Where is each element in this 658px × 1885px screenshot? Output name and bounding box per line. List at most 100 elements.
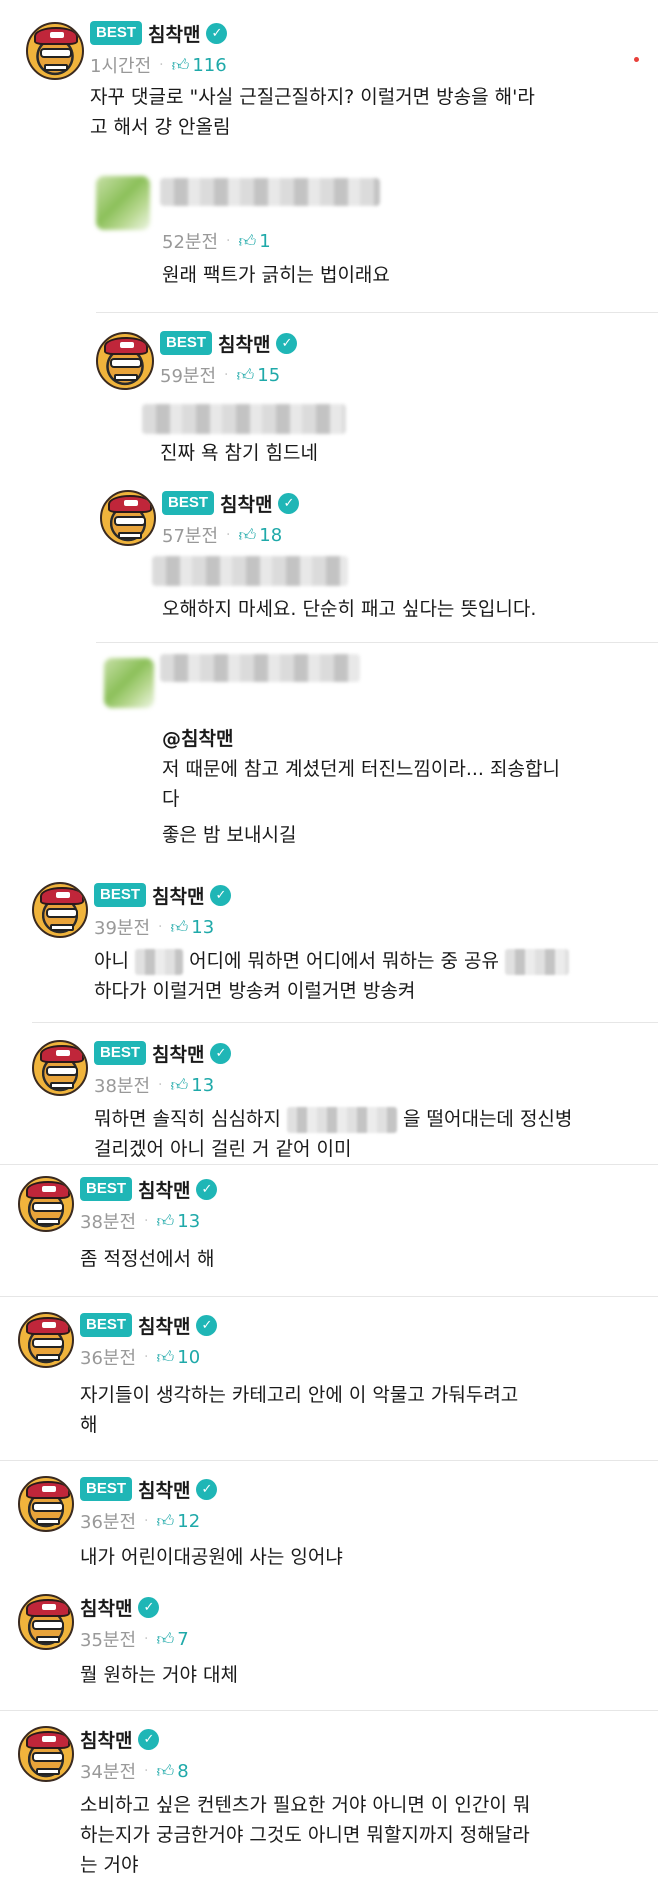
author-name[interactable]: 침착맨 bbox=[80, 1594, 132, 1621]
comment-time: 36분전 bbox=[80, 1348, 137, 1369]
avatar[interactable] bbox=[18, 1176, 74, 1232]
redacted-username bbox=[160, 178, 380, 206]
avatar[interactable] bbox=[18, 1726, 74, 1782]
comment-time: 59분전 bbox=[160, 366, 217, 387]
comment-time: 38분전 bbox=[80, 1212, 137, 1233]
best-badge: BEST bbox=[162, 491, 215, 515]
avatar[interactable] bbox=[96, 332, 154, 390]
author-name[interactable]: 침착맨 bbox=[220, 490, 272, 517]
thumbs-up-icon: 👍︎ bbox=[238, 525, 257, 546]
thumbs-up-icon: 👍︎ bbox=[236, 365, 255, 386]
comment-item: BEST 침착맨 ✓ 38분전 · 👍︎ 13 좀 적정선에서 해 bbox=[18, 1176, 636, 1276]
author-name[interactable]: 침착맨 bbox=[148, 20, 200, 47]
like-count: 1 bbox=[259, 230, 271, 252]
thumbs-up-icon: 👍︎ bbox=[238, 231, 257, 252]
redacted-text bbox=[505, 948, 569, 975]
author-name[interactable]: 침착맨 bbox=[218, 330, 270, 357]
avatar[interactable] bbox=[26, 22, 84, 80]
like-button[interactable]: 👍︎ 7 bbox=[156, 1629, 188, 1650]
avatar[interactable] bbox=[32, 1040, 88, 1096]
comment-text: 저 때문에 참고 계셨던게 터진느낌이라... 죄송합니 bbox=[162, 758, 560, 780]
comment-item: BEST 침착맨 ✓ 57분전 · 👍︎ 18 오해하지 마세요. 단순히 패고 … bbox=[100, 490, 636, 630]
comment-text: 원래 팩트가 긁히는 법이래요 bbox=[162, 264, 390, 286]
like-button[interactable]: 👍︎ 10 bbox=[156, 1347, 200, 1368]
comment-time: 57분전 bbox=[162, 526, 219, 547]
thumbs-up-icon: 👍︎ bbox=[170, 1075, 189, 1096]
comment-item: BEST 침착맨 ✓ 59분전 · 👍︎ 15 진짜 욕 참기 힘드네 bbox=[96, 330, 636, 472]
comment-text: 고 해서 걍 안올림 bbox=[90, 116, 231, 138]
like-button[interactable]: 👍︎ 116 bbox=[172, 55, 227, 76]
divider bbox=[32, 1022, 658, 1023]
best-badge: BEST bbox=[160, 331, 213, 355]
like-count: 7 bbox=[177, 1628, 189, 1650]
thumbs-up-icon: 👍︎ bbox=[170, 917, 189, 938]
comment-text: 하다가 이럴거면 방송켜 이럴거면 방송켜 bbox=[94, 980, 416, 1002]
comment-text: 하는지가 궁금한거야 그것도 아니면 뭐할지까지 정해달라 bbox=[80, 1824, 530, 1846]
comment-text: 는 거야 bbox=[80, 1854, 139, 1876]
mention-tag[interactable]: @침착맨 bbox=[162, 724, 560, 754]
divider bbox=[0, 1710, 658, 1711]
divider bbox=[0, 1296, 658, 1297]
avatar[interactable] bbox=[18, 1594, 74, 1650]
comment-text: 뭘 원하는 거야 대체 bbox=[80, 1664, 238, 1686]
like-count: 8 bbox=[177, 1760, 189, 1782]
verified-icon: ✓ bbox=[196, 1478, 218, 1500]
comment-text: 아니 bbox=[94, 950, 129, 972]
author-name[interactable]: 침착맨 bbox=[138, 1476, 190, 1503]
author-name[interactable]: 침착맨 bbox=[152, 1040, 204, 1067]
divider bbox=[96, 312, 658, 313]
comment-text: 자기들이 생각하는 카테고리 안에 이 악물고 가둬두려고 bbox=[80, 1384, 519, 1406]
avatar[interactable] bbox=[100, 490, 156, 546]
like-button[interactable]: 👍︎ 13 bbox=[170, 1075, 214, 1096]
comment-time: 1시간전 bbox=[90, 56, 152, 77]
divider bbox=[0, 1164, 658, 1165]
comment-text: 을 떨어대는데 정신병 bbox=[402, 1108, 573, 1130]
comment-time: 38분전 bbox=[94, 1076, 151, 1097]
author-name[interactable]: 침착맨 bbox=[152, 882, 204, 909]
comment-item: BEST 침착맨 ✓ 36분전 · 👍︎ 12 내가 어린이대공원에 사는 잉어냐 bbox=[18, 1476, 636, 1576]
avatar[interactable] bbox=[32, 882, 88, 938]
comment-text: 내가 어린이대공원에 사는 잉어냐 bbox=[80, 1546, 343, 1568]
like-button[interactable]: 👍︎ 13 bbox=[170, 917, 214, 938]
like-button[interactable]: 👍︎ 8 bbox=[156, 1761, 188, 1782]
comment-time: 36분전 bbox=[80, 1512, 137, 1533]
comment-feed: BEST 침착맨 ✓ 1시간전 · 👍︎ 116 자꾸 댓글로 "사실 근질근질하… bbox=[0, 0, 658, 1885]
comment-text: 좋은 밤 보내시길 bbox=[162, 824, 297, 846]
thumbs-up-icon: 👍︎ bbox=[156, 1629, 175, 1650]
like-count: 13 bbox=[191, 916, 215, 938]
divider bbox=[96, 642, 658, 643]
verified-icon: ✓ bbox=[206, 22, 228, 44]
like-count: 15 bbox=[257, 364, 281, 386]
redacted-text bbox=[286, 1106, 397, 1133]
verified-icon: ✓ bbox=[210, 884, 232, 906]
comment-time: 52분전 bbox=[162, 232, 219, 253]
author-name[interactable]: 침착맨 bbox=[138, 1312, 190, 1339]
author-name[interactable]: 침착맨 bbox=[138, 1176, 190, 1203]
comment-text: 좀 적정선에서 해 bbox=[80, 1248, 215, 1270]
avatar[interactable] bbox=[18, 1476, 74, 1532]
thumbs-up-icon: 👍︎ bbox=[156, 1511, 175, 1532]
author-name[interactable]: 침착맨 bbox=[80, 1726, 132, 1753]
comment-text: 해 bbox=[80, 1414, 98, 1436]
comment-text: 다 bbox=[162, 788, 180, 810]
thumbs-up-icon: 👍︎ bbox=[171, 55, 190, 76]
comment-item: 침착맨 ✓ 35분전 · 👍︎ 7 뭘 원하는 거야 대체 bbox=[18, 1594, 636, 1694]
like-button[interactable]: 👍︎ 13 bbox=[156, 1211, 200, 1232]
redacted-username bbox=[160, 654, 360, 682]
redacted-mention bbox=[142, 404, 346, 434]
like-count: 13 bbox=[191, 1074, 215, 1096]
like-count: 10 bbox=[177, 1346, 201, 1368]
verified-icon: ✓ bbox=[196, 1314, 218, 1336]
best-badge: BEST bbox=[80, 1477, 133, 1501]
comment-text: 뭐하면 솔직히 심심하지 bbox=[94, 1108, 281, 1130]
best-badge: BEST bbox=[94, 883, 147, 907]
like-button[interactable]: 👍︎ 15 bbox=[236, 365, 280, 386]
comment-text: 진짜 욕 참기 힘드네 bbox=[160, 442, 318, 464]
best-badge: BEST bbox=[94, 1041, 147, 1065]
like-button[interactable]: 👍︎ 1 bbox=[238, 231, 270, 252]
like-button[interactable]: 👍︎ 18 bbox=[238, 525, 282, 546]
avatar[interactable] bbox=[18, 1312, 74, 1368]
like-button[interactable]: 👍︎ 12 bbox=[156, 1511, 200, 1532]
redacted-mention bbox=[152, 556, 348, 586]
verified-icon: ✓ bbox=[278, 492, 300, 514]
